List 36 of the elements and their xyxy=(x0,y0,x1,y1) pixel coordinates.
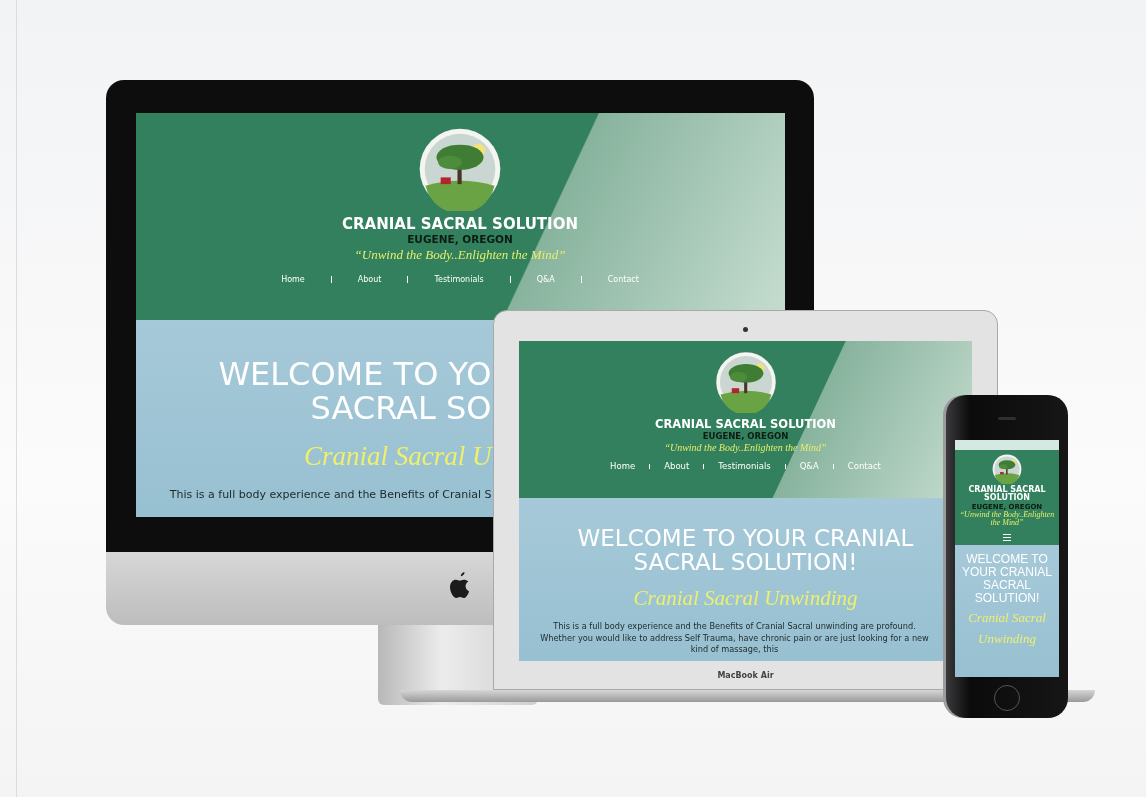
model-label: MacBook Air xyxy=(717,671,774,680)
intro-text: This is a full body experience and the Benefits of Cranial S xyxy=(169,488,492,502)
hero-subheading: Cranial Sacral Unwinding xyxy=(633,586,858,612)
hero-heading: SACRAL SOLUTION! xyxy=(633,550,858,575)
hero-heading: YOUR CRANIAL xyxy=(962,565,1052,579)
site-title: CRANIAL SACRAL SOLUTION xyxy=(655,417,836,431)
site-title: CRANIAL SACRAL SOLUTION xyxy=(967,486,1047,503)
logo-icon xyxy=(448,572,472,600)
hero-heading: SOLUTION! xyxy=(974,592,1040,606)
site-location: EUGENE, OREGON xyxy=(407,233,513,245)
hero-heading: WELCOME TO YO xyxy=(218,358,492,392)
menu-icon[interactable] xyxy=(1003,533,1011,541)
nav-link[interactable]: About xyxy=(331,275,408,284)
nav-link[interactable]: About xyxy=(650,461,704,471)
nav-link[interactable]: Home xyxy=(596,461,650,471)
hero-subheading: Cranial Sacral xyxy=(968,610,1046,626)
site-title: CRANIAL SACRAL SOLUTION xyxy=(342,215,578,233)
tagline: “Unwind the Body..Enlighten the Mind” xyxy=(664,442,827,453)
speaker-icon xyxy=(998,417,1016,420)
hero-heading: WELCOME TO YOUR CRANIAL xyxy=(577,526,914,551)
hero-heading: WELCOME TO xyxy=(966,552,1048,566)
tagline: “Unwind the Body..Enlighten the Mind” xyxy=(354,247,566,263)
nav-link[interactable]: Testimonials xyxy=(704,461,785,471)
hero-heading: SACRAL xyxy=(983,578,1031,593)
site-location: EUGENE, OREGON xyxy=(702,431,789,441)
intro-text: This is a full body experience and the Benefits of Cranial Sacral unwinding are profound. Whether you would like to address Self Trauma, have chronic pain or are just looking for a new kind of massage, this xyxy=(539,621,930,656)
tree-logo-icon xyxy=(992,454,1022,484)
hero-subheading: Unwinding xyxy=(978,630,1036,647)
tree-logo-icon xyxy=(714,351,777,413)
nav-link[interactable]: Testimonials xyxy=(408,275,510,284)
tagline: “Unwind the Body..Enlighten the Mind” xyxy=(958,510,1056,528)
camera-icon xyxy=(743,327,748,332)
hero-subheading: Cranial Sacral U xyxy=(304,441,492,473)
nav-link[interactable]: Home xyxy=(255,275,331,284)
hero-heading: SACRAL SO xyxy=(310,391,492,426)
tree-logo-icon xyxy=(418,127,502,211)
